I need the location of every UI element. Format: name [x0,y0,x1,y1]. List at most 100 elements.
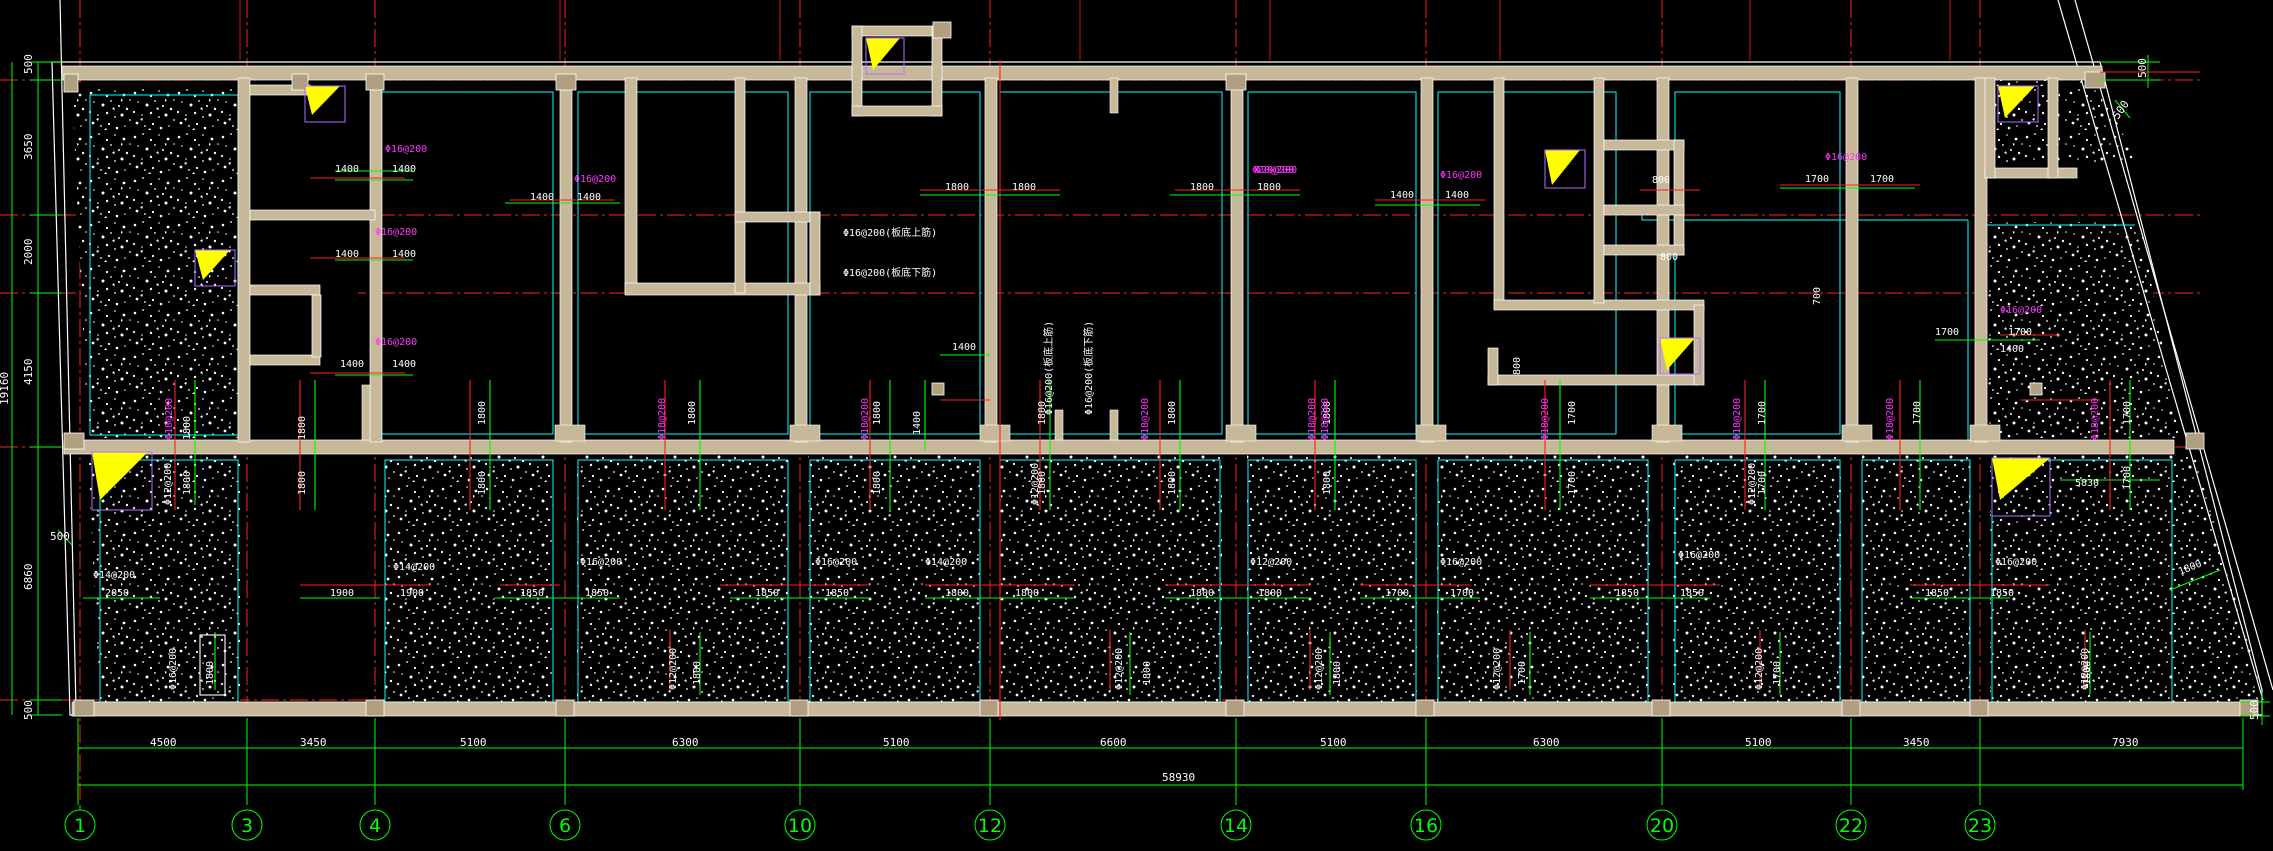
axis-bubbles: 1 3 4 6 10 12 14 16 20 22 23 [64,805,1996,841]
rebar-label: Φ16@200 [1440,557,1482,568]
span-dim: 1400 [335,164,359,175]
dim-label: 7930 [2112,736,2139,749]
vert-rebar: Φ18@200 [657,398,668,440]
span-dim: 1850 [1615,588,1639,599]
dim-label: 3450 [300,736,327,749]
rebar-label: Φ16@200 [1825,152,1867,163]
rebar-label: Φ16@200 [2000,305,2042,316]
vert-dim: 1700 [1517,661,1528,685]
svg-text:22: 22 [1839,815,1863,837]
span-dim: 800 [1652,175,1670,186]
structural-plan-drawing: Φ16@200 Φ16@200 Φ16@200 Φ20@200 Φ20@200 … [0,0,2273,841]
span-dim: 1850 [755,588,779,599]
dim-label: 3650 [22,134,35,161]
span-dim: 1800 [1012,182,1036,193]
rebar-label: Φ20@200 [1252,165,1294,176]
vert-dim: 1700 [1567,401,1578,425]
vert-dim: 1700 [1567,471,1578,495]
vert-dim: 1400 [912,411,923,435]
axis-bubble-22: 22 [1835,809,1867,841]
vert-dim: 1700 [1772,661,1783,685]
vert-dim: 1800 [477,401,488,425]
span-dim: 1700 [1385,588,1409,599]
span-dim: 1800 [1015,588,1039,599]
span-dim: 1900 [400,588,424,599]
axis-bubble-3: 3 [231,809,263,841]
vert-rebar: Φ12@200 [1030,463,1041,505]
svg-text:1: 1 [74,815,86,837]
span-dim: 1800 [1257,182,1281,193]
left-dimension-chain [11,61,73,716]
vert-rebar: Φ12@200 [1747,463,1758,505]
vert-rebar: Φ12@200 [163,463,174,505]
rebar-label: Φ16@200 [385,144,427,155]
axis-bubble-23: 23 [1964,809,1996,841]
dim-label: 5100 [1745,736,1772,749]
span-dim: 1400 [952,342,976,353]
dim-label: 19160 [0,372,11,405]
vert-dim: 1700 [2122,401,2133,425]
span-dim: 1800 [1258,588,1282,599]
axis-bubble-20: 20 [1646,809,1678,841]
axis-bubble-6: 6 [549,809,581,841]
vert-rebar: Φ16@200(板底上筋) [1042,321,1055,415]
rebar-label: Φ16@200 [1440,170,1482,181]
axis-bubble-4: 4 [359,809,391,841]
dim-label: 6300 [1533,736,1560,749]
span-dim: 1850 [520,588,544,599]
bottom-dimension-labels: 4500 3450 5100 6300 5100 6600 5100 6300 … [150,736,2139,784]
rebar-label: Φ16@200 [375,337,417,348]
span-dim: 1900 [330,588,354,599]
bottom-dimension-chain [77,718,2244,805]
dim-label: 6300 [672,736,699,749]
vert-dim: 1800 [182,471,193,495]
vert-dim: 1800 [687,401,698,425]
span-dim: 1400 [577,192,601,203]
svg-text:20: 20 [1650,815,1674,837]
span-dim: 1700 [1870,174,1894,185]
span-dim: 2050 [105,588,129,599]
marker-5 [1544,149,1586,189]
vert-dim: 1800 [477,471,488,495]
vert-rebar: Φ18@200 [2090,398,2101,440]
svg-text:4: 4 [369,815,381,837]
vert-dim: 1700 [1912,401,1923,425]
rebar-label: Φ14@200 [393,562,435,573]
span-dim: 1400 [2000,344,2024,355]
span-dim: 800 [1660,252,1678,263]
span-dim: 1800 [1190,588,1214,599]
span-dim: 5830 [2075,478,2099,489]
vert-dim: 800 [1512,357,1523,375]
span-dim: 1400 [1390,190,1414,201]
span-dim: 1700 [2008,327,2032,338]
dim-label: 2000 [22,239,35,266]
dim-label: 500 [22,700,35,720]
rebar-label: Φ16@200 [1995,557,2037,568]
extra-grid-lines [239,0,1951,60]
vert-dim: 1800 [1332,661,1343,685]
vert-rebar: Φ12@200 [2080,648,2091,690]
span-dim: 1850 [825,588,849,599]
span-dim: 1850 [1680,588,1704,599]
vert-dim: 1800 [297,416,308,440]
axis-bubble-12: 12 [974,809,1006,841]
vert-dim: 1800 [692,661,703,685]
axis-bubble-1: 1 [64,805,96,841]
span-dim: 1700 [1935,327,1959,338]
span-dim: 1400 [1445,190,1469,201]
svg-text:3: 3 [241,815,253,837]
wall-junctions [361,77,2001,442]
vert-rebar: Φ18@200 [1885,398,1896,440]
vert-dim: 1800 [1167,401,1178,425]
vert-dim: 1700 [1757,471,1768,495]
dim-label: 500 [2136,58,2149,78]
vert-dim: 700 [1812,287,1823,305]
vert-rebar: Φ12@200 [1492,648,1503,690]
svg-text:23: 23 [1968,815,1992,837]
axis-bubble-14: 14 [1220,809,1252,841]
svg-text:10: 10 [788,815,812,837]
vert-dim: 1700 [2122,466,2133,490]
vert-rebar: Φ16@200(板底下筋) [1082,321,1095,415]
rebar-label: Φ16@200 [815,557,857,568]
rebar-label: Φ16@200 [574,174,616,185]
